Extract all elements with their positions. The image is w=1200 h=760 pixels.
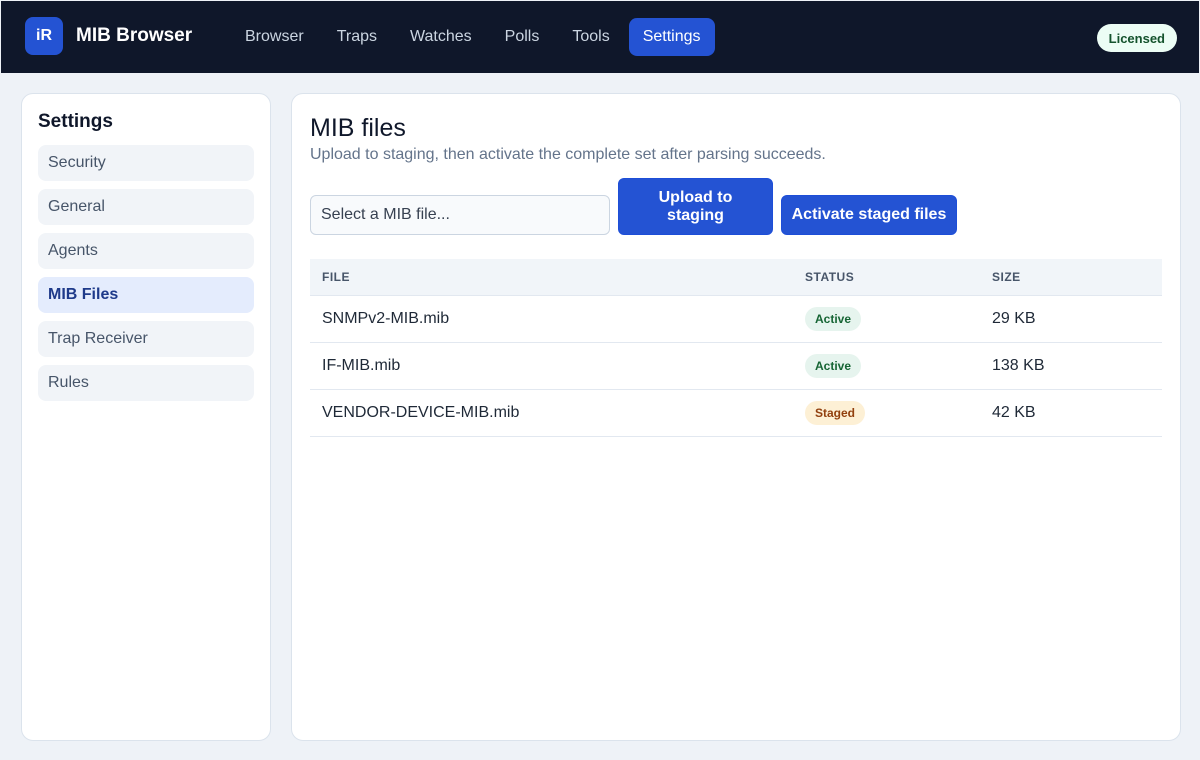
nav-polls[interactable]: Polls <box>491 18 554 56</box>
nav-settings[interactable]: Settings <box>628 18 715 56</box>
sidebar-item-general[interactable]: General <box>38 189 254 225</box>
file-size: 42 KB <box>992 404 1036 421</box>
mib-files-table: FILE STATUS SIZE SNMPv2-MIB.mib Active 2… <box>310 259 1162 437</box>
nav-watches[interactable]: Watches <box>396 18 486 56</box>
sidebar-item-security[interactable]: Security <box>38 145 254 181</box>
table-row[interactable]: SNMPv2-MIB.mib Active 29 KB <box>310 296 1162 343</box>
license-badge: Licensed <box>1096 24 1177 52</box>
app-name: MIB Browser <box>76 25 193 46</box>
table-header: FILE STATUS SIZE <box>310 259 1162 296</box>
status-badge: Active <box>805 354 862 378</box>
file-name: SNMPv2-MIB.mib <box>322 310 450 327</box>
file-name: VENDOR-DEVICE-MIB.mib <box>322 404 520 421</box>
column-header-size[interactable]: SIZE <box>992 270 1162 284</box>
table-row[interactable]: VENDOR-DEVICE-MIB.mib Staged 42 KB <box>310 390 1162 437</box>
page-title: MIB files <box>310 114 406 142</box>
top-bar: iR MIB Browser Browser Traps Watches Pol… <box>1 1 1199 73</box>
sidebar-item-trap-receiver[interactable]: Trap Receiver <box>38 321 254 357</box>
nav-traps[interactable]: Traps <box>323 18 391 56</box>
sidebar-item-agents[interactable]: Agents <box>38 233 254 269</box>
column-header-status[interactable]: STATUS <box>805 270 992 284</box>
sidebar-item-rules[interactable]: Rules <box>38 365 254 401</box>
status-badge: Staged <box>805 401 866 425</box>
column-header-file[interactable]: FILE <box>310 270 805 284</box>
file-size: 29 KB <box>992 310 1036 327</box>
nav-tools[interactable]: Tools <box>558 18 623 56</box>
table-row[interactable]: IF-MIB.mib Active 138 KB <box>310 343 1162 390</box>
main-nav: Browser Traps Watches Polls Tools Settin… <box>231 18 720 56</box>
page-subtitle: Upload to staging, then activate the com… <box>310 146 826 163</box>
sidebar-item-mib-files[interactable]: MIB Files <box>38 277 254 313</box>
upload-to-staging-button[interactable]: Upload to staging <box>618 178 773 235</box>
mib-files-panel: MIB files Upload to staging, then activa… <box>291 93 1181 741</box>
file-name: IF-MIB.mib <box>322 357 401 374</box>
file-size: 138 KB <box>992 357 1045 374</box>
status-badge: Active <box>805 307 862 331</box>
mib-file-select[interactable]: Select a MIB file... <box>310 195 610 235</box>
nav-browser[interactable]: Browser <box>231 18 318 56</box>
activate-staged-files-button[interactable]: Activate staged files <box>781 195 957 235</box>
sidebar-title: Settings <box>38 111 113 132</box>
app-logo: iR <box>25 17 63 55</box>
settings-sidebar: Settings Security General Agents MIB Fil… <box>21 93 271 741</box>
